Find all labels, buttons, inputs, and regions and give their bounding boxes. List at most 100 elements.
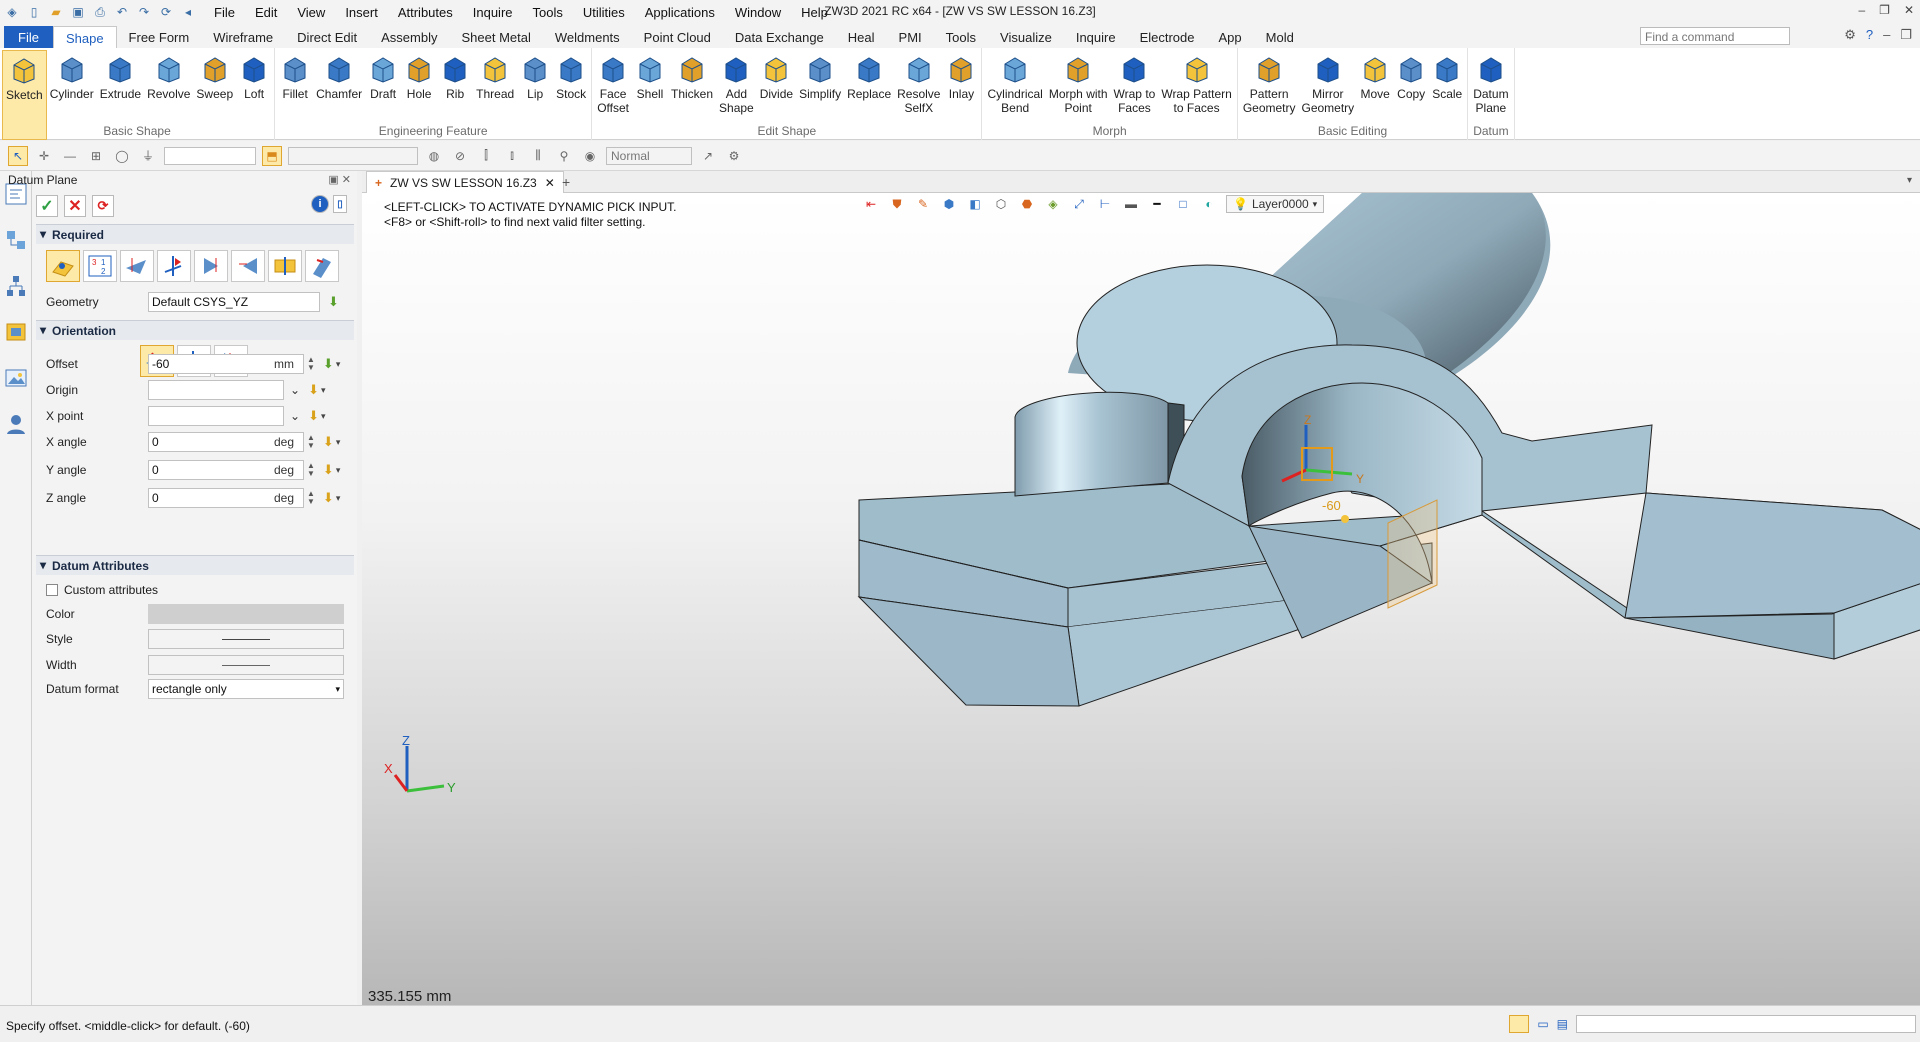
menu-insert[interactable]: Insert — [335, 5, 388, 20]
tab-visualize[interactable]: Visualize — [988, 26, 1064, 48]
menu-inquire[interactable]: Inquire — [463, 5, 523, 20]
distribute-icon[interactable]: ⫾ — [502, 146, 522, 166]
back-arrow-icon[interactable]: ◂ — [180, 4, 196, 20]
undo-icon[interactable]: ↶ — [114, 4, 130, 20]
document-tab[interactable]: + ZW VS SW LESSON 16.Z3 ✕ — [366, 171, 564, 193]
ribbon-restore-icon[interactable]: ❐ — [1900, 27, 1912, 43]
assembly-manager-icon[interactable] — [3, 227, 29, 253]
tab-shape[interactable]: Shape — [52, 26, 117, 48]
chevron-down-icon[interactable]: ▾ — [321, 411, 326, 422]
info-icon[interactable]: i — [311, 195, 329, 213]
open-folder-icon[interactable]: ▰ — [48, 4, 64, 20]
tab-heal[interactable]: Heal — [836, 26, 887, 48]
chevron-down-icon[interactable]: ▾ — [336, 359, 341, 370]
options-gear-icon[interactable]: ⚙ — [724, 146, 744, 166]
x-angle-spinner[interactable]: ▲ ▼ — [307, 434, 315, 450]
close-tab-icon[interactable]: ✕ — [545, 176, 555, 190]
settings-gear-icon[interactable]: ⚙ — [1844, 27, 1856, 43]
width-select[interactable] — [148, 655, 344, 675]
x-point-input[interactable] — [148, 406, 284, 426]
render-mode-icon[interactable]: ◉ — [580, 146, 600, 166]
menu-file[interactable]: File — [204, 5, 245, 20]
cancel-button[interactable]: ✕ — [64, 195, 86, 217]
chevron-down-icon[interactable]: ▾ — [336, 493, 341, 504]
tree-manager-icon[interactable] — [3, 273, 29, 299]
menu-view[interactable]: View — [287, 5, 335, 20]
apply-button[interactable]: ⟳ — [92, 195, 114, 217]
y-angle-pick-icon[interactable]: ⬇ — [323, 462, 334, 478]
part-manager-icon[interactable] — [3, 319, 29, 345]
minimize-icon[interactable]: – — [1858, 3, 1865, 17]
tab-sheet-metal[interactable]: Sheet Metal — [450, 26, 543, 48]
menu-help[interactable]: Help — [791, 5, 838, 20]
line-icon[interactable]: — — [60, 146, 80, 166]
menu-utilities[interactable]: Utilities — [573, 5, 635, 20]
image-manager-icon[interactable] — [3, 365, 29, 391]
origin-input[interactable] — [148, 380, 284, 400]
tab-assembly[interactable]: Assembly — [369, 26, 449, 48]
tab-tools[interactable]: Tools — [934, 26, 988, 48]
redo-icon[interactable]: ↷ — [136, 4, 152, 20]
geometry-input[interactable]: Default CSYS_YZ — [148, 292, 320, 312]
status-input[interactable] — [1576, 1015, 1916, 1033]
menu-applications[interactable]: Applications — [635, 5, 725, 20]
stack-icon[interactable]: ⫼ — [528, 146, 548, 166]
pointer-icon[interactable]: ↗ — [698, 146, 718, 166]
tab-weldments[interactable]: Weldments — [543, 26, 632, 48]
graphics-viewport[interactable]: <LEFT-CLICK> TO ACTIVATE DYNAMIC PICK IN… — [362, 193, 1920, 1005]
tab-app[interactable]: App — [1207, 26, 1254, 48]
help-icon[interactable]: ? — [1866, 27, 1873, 43]
datum-format-select[interactable]: rectangle only ▾ — [148, 679, 344, 699]
close-icon[interactable]: ✕ — [1904, 3, 1914, 17]
print-icon[interactable]: ⎙ — [92, 4, 108, 20]
help-doc-icon[interactable]: ▯ — [333, 195, 347, 213]
snap-icon[interactable]: ✛ — [34, 146, 54, 166]
close-panel-icon[interactable]: ✕ — [342, 174, 351, 186]
chevron-down-icon[interactable]: ▾ — [321, 385, 326, 396]
tab-direct-edit[interactable]: Direct Edit — [285, 26, 369, 48]
secondary-combo[interactable] — [288, 146, 418, 165]
filter-combo[interactable] — [164, 146, 256, 165]
ribbon-minimize-icon[interactable]: – — [1883, 27, 1890, 43]
offset-spinner[interactable]: ▲ ▼ — [307, 356, 315, 372]
disabled-tool-1-icon[interactable]: ◍ — [424, 146, 444, 166]
pick-filter-icon[interactable]: ↖ — [8, 145, 28, 166]
small-cylinder[interactable] — [1014, 391, 1185, 497]
origin-pick-icon[interactable]: ⬇ — [308, 382, 319, 398]
grid-snap-icon[interactable]: ⊞ — [86, 146, 106, 166]
tab-electrode[interactable]: Electrode — [1128, 26, 1207, 48]
z-angle-input[interactable]: 0 deg — [148, 488, 304, 508]
x-angle-pick-icon[interactable]: ⬇ — [323, 434, 334, 450]
datum-attributes-section-header[interactable]: Datum Attributes — [36, 555, 354, 575]
render-mode-select[interactable]: Normal — [606, 146, 692, 165]
layout-icon[interactable] — [1509, 1015, 1530, 1033]
custom-attributes-checkbox[interactable] — [46, 584, 58, 596]
app-logo-icon[interactable]: ◈ — [4, 4, 20, 20]
align-icon[interactable]: ⫿ — [476, 146, 496, 166]
tab-pmi[interactable]: PMI — [887, 26, 934, 48]
geometry-pick-icon[interactable]: ⬇ — [328, 294, 339, 310]
tab-wireframe[interactable]: Wireframe — [201, 26, 285, 48]
menu-tools[interactable]: Tools — [523, 5, 573, 20]
panel-icon[interactable]: ▤ — [1557, 1017, 1568, 1031]
command-search-input[interactable]: Find a command — [1640, 27, 1790, 45]
x-angle-input[interactable]: 0 deg — [148, 432, 304, 452]
origin-expand-icon[interactable]: ⌄ — [290, 383, 300, 397]
tab-list-icon[interactable]: ▾ — [1907, 175, 1912, 186]
menu-edit[interactable]: Edit — [245, 5, 287, 20]
style-select[interactable] — [148, 629, 344, 649]
restore-icon[interactable]: ❐ — [1879, 3, 1890, 17]
save-icon[interactable]: ▣ — [70, 4, 86, 20]
y-angle-spinner[interactable]: ▲ ▼ — [307, 462, 315, 478]
regen-icon[interactable]: ⟳ — [158, 4, 174, 20]
tab-inquire[interactable]: Inquire — [1064, 26, 1128, 48]
pin-panel-icon[interactable]: ▣ — [328, 174, 338, 186]
menu-window[interactable]: Window — [725, 5, 791, 20]
chevron-down-icon[interactable]: ▾ — [336, 437, 341, 448]
tab-file[interactable]: File — [4, 26, 53, 48]
tab-free-form[interactable]: Free Form — [117, 26, 202, 48]
offset-pick-icon[interactable]: ⬇ — [323, 356, 334, 372]
color-swatch[interactable] — [148, 604, 344, 624]
ok-button[interactable]: ✓ — [36, 195, 58, 217]
part-model[interactable]: Z Y -60 Z Y X — [362, 193, 1920, 1005]
